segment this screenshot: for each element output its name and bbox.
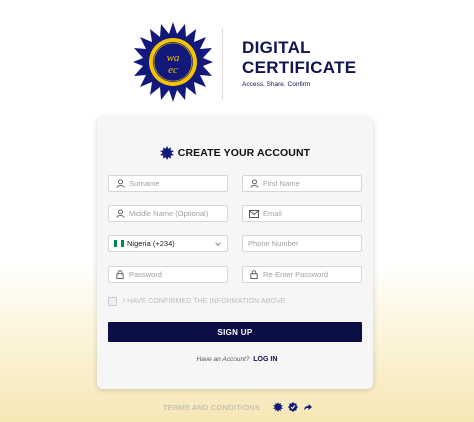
email-field[interactable] bbox=[242, 205, 362, 222]
chevron-down-icon bbox=[215, 241, 221, 246]
reenter-password-field[interactable] bbox=[242, 266, 362, 283]
middle-name-input[interactable] bbox=[129, 209, 219, 218]
card-title: CREATE YOUR ACCOUNT bbox=[177, 147, 311, 159]
share-icon[interactable] bbox=[303, 402, 313, 412]
footer: TERMS AND CONDITIONS bbox=[163, 402, 318, 412]
email-input[interactable] bbox=[263, 209, 353, 218]
reenter-password-input[interactable] bbox=[263, 270, 353, 279]
first-name-field[interactable] bbox=[242, 175, 362, 192]
phone-input[interactable] bbox=[243, 239, 338, 248]
surname-field[interactable] bbox=[108, 175, 228, 192]
brand-title-line1: DIGITAL bbox=[242, 38, 311, 57]
lock-icon bbox=[114, 269, 126, 281]
confirm-checkbox[interactable] bbox=[108, 297, 117, 306]
surname-input[interactable] bbox=[129, 179, 219, 188]
signup-button[interactable]: SIGN UP bbox=[108, 322, 362, 342]
login-link[interactable]: LOG IN bbox=[253, 356, 277, 363]
terms-link[interactable]: TERMS AND CONDITIONS bbox=[163, 403, 260, 412]
user-icon bbox=[248, 178, 260, 190]
seal-icon[interactable] bbox=[272, 402, 283, 412]
confirm-label: I HAVE CONFIRMED THE INFORMATION ABOVE bbox=[123, 298, 286, 305]
user-icon bbox=[114, 178, 126, 190]
nigeria-flag-icon bbox=[114, 240, 124, 247]
brand-title-line2: CERTIFICATE bbox=[242, 58, 357, 77]
country-code-select[interactable]: Nigeria (+234) bbox=[108, 235, 228, 252]
password-input[interactable] bbox=[129, 270, 219, 279]
header-divider bbox=[222, 28, 223, 100]
mail-icon bbox=[248, 208, 260, 220]
seal-icon bbox=[159, 146, 174, 160]
country-code-value: Nigeria (+234) bbox=[127, 239, 175, 248]
login-row: Have an Account? LOG IN bbox=[0, 356, 474, 363]
lock-icon bbox=[248, 269, 260, 281]
login-question: Have an Account? bbox=[196, 356, 250, 363]
logo-text-wa: wa bbox=[167, 52, 180, 64]
first-name-input[interactable] bbox=[263, 179, 353, 188]
card-header: CREATE YOUR ACCOUNT bbox=[97, 146, 373, 160]
password-field[interactable] bbox=[108, 266, 228, 283]
phone-field[interactable] bbox=[242, 235, 362, 252]
user-icon bbox=[114, 208, 126, 220]
brand-title: DIGITAL CERTIFICATE bbox=[242, 38, 356, 78]
waec-logo: wa ec bbox=[133, 22, 213, 102]
confirm-row: I HAVE CONFIRMED THE INFORMATION ABOVE bbox=[108, 297, 285, 306]
brand-tagline: Access. Share. Confirm bbox=[242, 81, 311, 88]
logo-text-ec: ec bbox=[168, 64, 178, 76]
middle-name-field[interactable] bbox=[108, 205, 228, 222]
signup-card: CREATE YOUR ACCOUNT bbox=[97, 117, 373, 389]
verified-icon[interactable] bbox=[287, 402, 298, 412]
header: wa ec DIGITAL CERTIFICATE Access. Share.… bbox=[0, 0, 474, 118]
